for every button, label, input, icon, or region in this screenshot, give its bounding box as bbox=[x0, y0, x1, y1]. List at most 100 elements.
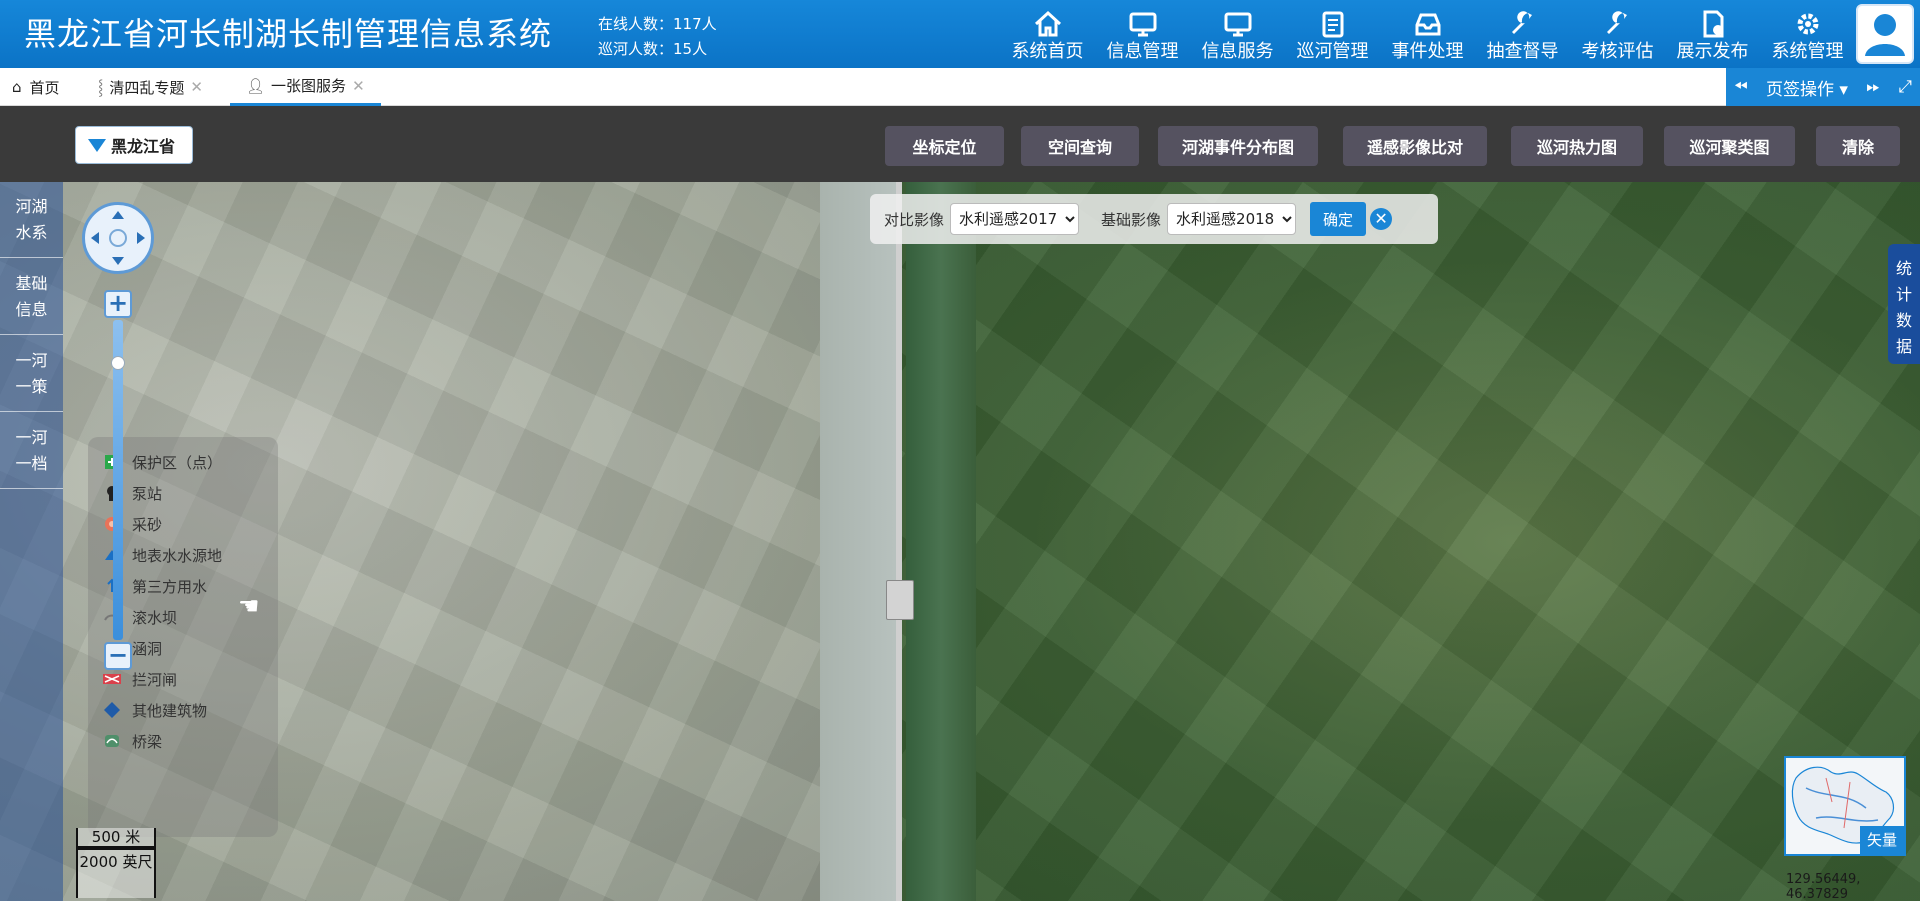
base-label: 基础影像 bbox=[1101, 210, 1162, 229]
nav-label: 展示发布 bbox=[1676, 41, 1749, 62]
nav-label: 考核评估 bbox=[1581, 41, 1654, 62]
online-count: 在线人数：117人 bbox=[598, 15, 717, 33]
imagery-compare-button[interactable]: 遥感影像比对 bbox=[1343, 126, 1487, 166]
imagery-compare-panel: 对比影像 水利遥感2017 基础影像 水利遥感2018 确定 ✕ bbox=[870, 194, 1438, 244]
user-avatar[interactable] bbox=[1856, 4, 1914, 64]
tab-one-map[interactable]: 👤︎ 一张图服务 ✕ bbox=[230, 68, 381, 106]
legend-label: 采砂 bbox=[132, 515, 163, 534]
nav-info-service[interactable]: 信息服务 bbox=[1190, 0, 1285, 68]
statistics-tab[interactable]: 统计数据 bbox=[1888, 244, 1920, 364]
legend-label: 泵站 bbox=[132, 484, 163, 503]
legend-label: 滚水坝 bbox=[132, 608, 178, 627]
legend-label: 其他建筑物 bbox=[132, 701, 208, 720]
nav-assessment[interactable]: 考核评估 bbox=[1570, 0, 1665, 68]
region-selector[interactable]: 黑龙江省 bbox=[75, 126, 193, 164]
patrol-heatmap-button[interactable]: 巡河热力图 bbox=[1511, 126, 1643, 166]
zoom-slider-handle[interactable] bbox=[111, 356, 125, 370]
side-item-one-river-policy[interactable]: 一河一策 bbox=[0, 336, 63, 412]
nav-label: 信息管理 bbox=[1106, 41, 1179, 62]
legend-label: 保护区（点） bbox=[132, 453, 223, 472]
nav-publish[interactable]: 展示发布 bbox=[1665, 0, 1760, 68]
nav-event-handling[interactable]: 事件处理 bbox=[1380, 0, 1475, 68]
nav-label: 抽查督导 bbox=[1486, 41, 1559, 62]
side-item-one-river-file[interactable]: 一河一档 bbox=[0, 413, 63, 489]
side-label: 基础信息 bbox=[15, 273, 48, 319]
home-icon: ⌂ bbox=[12, 78, 22, 96]
legend-item: 其他建筑物 bbox=[102, 697, 207, 723]
nav-label: 系统首页 bbox=[1011, 41, 1084, 62]
home-icon bbox=[1034, 10, 1061, 37]
nav-patrol-management[interactable]: 巡河管理 bbox=[1285, 0, 1380, 68]
triangle-down-icon bbox=[88, 138, 106, 152]
vector-layer-button[interactable]: 矢量 bbox=[1860, 826, 1904, 854]
fullscreen-icon[interactable]: ⤢ bbox=[1898, 77, 1912, 97]
swipe-handle[interactable] bbox=[886, 580, 914, 620]
zoom-in-button[interactable]: + bbox=[104, 290, 132, 318]
legend-item: 泵站 bbox=[102, 480, 162, 506]
user-counts: 在线人数：117人 巡河人数：15人 bbox=[598, 12, 717, 62]
confirm-button[interactable]: 确定 bbox=[1310, 202, 1367, 236]
prev-icon[interactable]: ⏪︎ bbox=[1734, 77, 1748, 97]
spatial-query-button[interactable]: 空间查询 bbox=[1021, 126, 1139, 166]
tab-label: 清四乱专题 bbox=[109, 78, 185, 97]
overview-map[interactable]: 矢量 bbox=[1784, 756, 1906, 856]
legend-label: 地表水水源地 bbox=[132, 546, 223, 565]
nav-spot-check[interactable]: 抽查督导 bbox=[1475, 0, 1570, 68]
bridge-icon bbox=[102, 731, 122, 751]
side-label: 一河一档 bbox=[15, 427, 48, 473]
tab-operations-label: 页签操作 bbox=[1766, 79, 1835, 100]
gear-icon bbox=[1797, 13, 1818, 35]
nav-label: 系统管理 bbox=[1771, 41, 1844, 62]
zoom-out-button[interactable]: − bbox=[104, 642, 132, 670]
monitor-icon bbox=[1129, 12, 1156, 37]
base-imagery-2018[interactable] bbox=[900, 182, 1920, 901]
tab-label: 一张图服务 bbox=[271, 77, 347, 95]
scale-bar: 500 米 2000 英尺 bbox=[76, 828, 156, 901]
river-band bbox=[906, 182, 976, 901]
side-label: 一河一策 bbox=[15, 350, 48, 396]
pan-control[interactable] bbox=[82, 202, 154, 274]
wrench-icon bbox=[1606, 11, 1627, 34]
user-icon: 👤︎ bbox=[246, 76, 266, 95]
tab-operations: ⏪︎ 页签操作 ▾ ⏩︎ ⤢ bbox=[1726, 68, 1920, 106]
top-header: 黑龙江省河长制湖长制管理信息系统 在线人数：117人 巡河人数：15人 系统首页… bbox=[0, 0, 1920, 68]
close-icon[interactable]: ✕ bbox=[1370, 208, 1393, 230]
swipe-divider[interactable] bbox=[896, 182, 902, 901]
tab-operations-menu[interactable]: 页签操作 ▾ bbox=[1766, 75, 1848, 100]
base-imagery-select[interactable]: 水利遥感2018 bbox=[1167, 203, 1297, 235]
compare-imagery-select[interactable]: 水利遥感2017 bbox=[950, 203, 1080, 235]
inbox-icon bbox=[1415, 13, 1440, 36]
event-distribution-button[interactable]: 河湖事件分布图 bbox=[1158, 126, 1318, 166]
statistics-label: 统计数据 bbox=[1895, 259, 1912, 356]
compass-arrows-icon bbox=[91, 211, 145, 265]
user-icon bbox=[1865, 14, 1905, 56]
close-icon[interactable]: ✕ bbox=[352, 77, 365, 95]
patrol-cluster-button[interactable]: 巡河聚类图 bbox=[1664, 126, 1795, 166]
coordinate-locate-button[interactable]: 坐标定位 bbox=[885, 126, 1004, 166]
map-toolbar: 黑龙江省 坐标定位 空间查询 河湖事件分布图 遥感影像比对 巡河热力图 巡河聚类… bbox=[0, 106, 1920, 182]
nav-home[interactable]: 系统首页 bbox=[1000, 0, 1095, 68]
tab-home[interactable]: ⌂ 首页 bbox=[12, 68, 60, 106]
nav-info-management[interactable]: 信息管理 bbox=[1095, 0, 1190, 68]
tab-bar: ⌂ 首页 ⸾ 清四乱专题 ✕ 👤︎ 一张图服务 ✕ ⏪︎ 页签操作 ▾ ⏩︎ ⤢ bbox=[0, 68, 1920, 106]
side-item-basic-info[interactable]: 基础信息 bbox=[0, 259, 63, 335]
tab-four-chaos[interactable]: ⸾ 清四乱专题 ✕ bbox=[98, 68, 203, 106]
monitor-icon bbox=[1224, 12, 1251, 37]
nav-label: 事件处理 bbox=[1391, 41, 1464, 62]
clipboard-icon bbox=[1322, 11, 1343, 38]
side-item-water-system[interactable]: 河湖水系 bbox=[0, 182, 63, 258]
other-building-icon bbox=[102, 700, 122, 720]
map-view[interactable]: 河湖水系 基础信息 一河一策 一河一档 保护区（点） 泵站 采砂 地表水水源地 … bbox=[0, 182, 1920, 901]
nav-label: 信息服务 bbox=[1201, 41, 1274, 62]
scale-imperial: 2000 英尺 bbox=[76, 848, 156, 898]
wrench-icon bbox=[1511, 11, 1532, 34]
river-band bbox=[820, 182, 900, 901]
next-icon[interactable]: ⏩︎ bbox=[1866, 77, 1880, 97]
region-label: 黑龙江省 bbox=[111, 137, 176, 156]
sluice-gate-icon bbox=[102, 669, 122, 689]
clear-button[interactable]: 清除 bbox=[1816, 126, 1900, 166]
main-nav: 系统首页 信息管理 信息服务 巡河管理 事件处理 抽查督导 考核评估 展示发布 bbox=[1000, 0, 1855, 68]
nav-system-management[interactable]: 系统管理 bbox=[1760, 0, 1855, 68]
close-icon[interactable]: ✕ bbox=[190, 78, 203, 96]
legend-label: 桥梁 bbox=[132, 732, 163, 751]
